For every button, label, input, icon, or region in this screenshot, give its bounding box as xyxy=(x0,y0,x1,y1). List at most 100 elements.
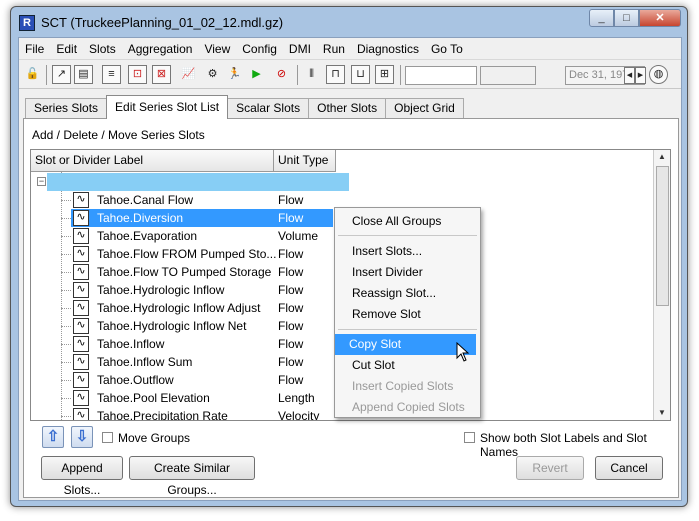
move-up-button[interactable]: ⇧ xyxy=(42,426,64,448)
slot-row[interactable]: ∿ Tahoe.Flow TO Pumped Storage Flow xyxy=(71,263,333,281)
vertical-scrollbar[interactable]: ▲ ▼ xyxy=(653,150,670,420)
lock-icon[interactable]: 🔓 xyxy=(23,65,42,84)
series-slot-icon: ∿ xyxy=(73,390,89,406)
tab-series-slots[interactable]: Series Slots xyxy=(25,98,108,118)
date-prev-icon[interactable]: ◀ xyxy=(624,67,635,84)
tab-object-grid[interactable]: Object Grid xyxy=(385,98,464,118)
series-slot-icon: ∿ xyxy=(73,192,89,208)
menu-edit[interactable]: Edit xyxy=(50,42,83,56)
app-logo-icon: R xyxy=(19,15,35,31)
move-down-button[interactable]: ⇩ xyxy=(71,426,93,448)
menu-go-to[interactable]: Go To xyxy=(425,42,469,56)
close-button[interactable]: ✕ xyxy=(639,9,681,27)
slot-unit: Flow xyxy=(278,193,304,207)
tab-edit-series-slot-list[interactable]: Edit Series Slot List xyxy=(106,95,229,119)
table-view-icon[interactable]: ▤ xyxy=(74,65,93,84)
step-run-icon[interactable]: 🏃 xyxy=(225,65,244,84)
move-groups-checkbox[interactable] xyxy=(102,432,113,443)
scroll-thumb[interactable] xyxy=(656,166,669,306)
cancel-button[interactable]: Cancel xyxy=(595,456,663,480)
column-slot-label[interactable]: Slot or Divider Label xyxy=(31,150,274,171)
tab-other-slots[interactable]: Other Slots xyxy=(308,98,387,118)
menu-item-insert-divider[interactable]: Insert Divider xyxy=(338,262,477,283)
scroll-down-icon[interactable]: ▼ xyxy=(656,407,668,419)
slot-row[interactable]: ∿ Tahoe.Evaporation Volume xyxy=(71,227,333,245)
slot-row[interactable]: ∿ Tahoe.Inflow Sum Flow xyxy=(71,353,333,371)
slot-row[interactable]: ∿ Tahoe.Pool Elevation Length xyxy=(71,389,333,407)
value-field[interactable] xyxy=(480,66,536,85)
menu-slots[interactable]: Slots xyxy=(83,42,122,56)
slot-label: Tahoe.Canal Flow xyxy=(97,193,194,207)
slot-row[interactable]: ∿ Tahoe.Hydrologic Inflow Net Flow xyxy=(71,317,333,335)
slot-label: Tahoe.Diversion xyxy=(97,211,184,225)
slot-label: Tahoe.Hydrologic Inflow Net xyxy=(97,319,247,333)
series-slot-icon: ∿ xyxy=(73,282,89,298)
close-slot-icon[interactable]: ⊠ xyxy=(152,65,171,84)
slot-row[interactable]: ∿ Tahoe.Hydrologic Inflow Flow xyxy=(71,281,333,299)
timestep-range-icon[interactable]: ⊔ xyxy=(351,65,370,84)
slot-unit: Volume xyxy=(278,229,319,243)
create-similar-groups-button[interactable]: Create Similar Groups... xyxy=(129,456,255,497)
slot-label: Tahoe.Hydrologic Inflow Adjust xyxy=(97,301,261,315)
slot-row[interactable]: ∿ Tahoe.Hydrologic Inflow Adjust Flow xyxy=(71,299,333,317)
menu-item-remove-slot[interactable]: Remove Slot xyxy=(338,304,477,325)
slot-label: Tahoe.Hydrologic Inflow xyxy=(97,283,225,297)
group-divider[interactable] xyxy=(47,173,349,191)
slot-unit: Flow xyxy=(278,265,304,279)
columns-icon[interactable]: ⫴ xyxy=(302,65,321,84)
slot-row[interactable]: ∿ Tahoe.Outflow Flow xyxy=(71,371,333,389)
select-tool-icon[interactable]: ↗ xyxy=(52,65,71,84)
slot-label: Tahoe.Inflow xyxy=(97,337,165,351)
column-unit-type[interactable]: Unit Type xyxy=(274,150,336,171)
list-view-icon[interactable]: ≡ xyxy=(102,65,121,84)
toolbar-separator xyxy=(46,65,47,85)
menu-item-close-all-groups[interactable]: Close All Groups xyxy=(338,211,477,232)
menu-item-reassign-slot[interactable]: Reassign Slot... xyxy=(338,283,477,304)
series-slot-icon: ∿ xyxy=(73,210,89,226)
menu-item-insert-slots[interactable]: Insert Slots... xyxy=(338,241,477,262)
timestep-expand-icon[interactable]: ⊞ xyxy=(375,65,394,84)
tab-scalar-slots[interactable]: Scalar Slots xyxy=(227,98,310,118)
menu-item-copy-slot[interactable]: Copy Slot xyxy=(335,334,476,355)
minimize-button[interactable]: _ xyxy=(589,9,614,27)
debug-icon[interactable]: ⚙ xyxy=(203,65,222,84)
menu-view[interactable]: View xyxy=(198,42,236,56)
scroll-up-icon[interactable]: ▲ xyxy=(656,151,668,163)
menu-item-append-copied-slots[interactable]: Append Copied Slots xyxy=(338,397,477,418)
maximize-button[interactable]: □ xyxy=(614,9,639,27)
menu-config[interactable]: Config xyxy=(236,42,283,56)
tree-connector xyxy=(61,290,71,291)
slot-row[interactable]: ∿ Tahoe.Canal Flow Flow xyxy=(71,191,333,209)
globe-icon[interactable]: ◍ xyxy=(649,65,668,84)
group-row[interactable]: − xyxy=(31,173,651,191)
series-slot-icon: ∿ xyxy=(73,246,89,262)
menu-run[interactable]: Run xyxy=(317,42,351,56)
menu-item-insert-copied-slots[interactable]: Insert Copied Slots xyxy=(338,376,477,397)
title-bar[interactable]: R SCT (TruckeePlanning_01_02_12.mdl.gz) … xyxy=(11,7,687,37)
show-both-checkbox[interactable] xyxy=(464,432,475,443)
append-slots-button[interactable]: Append Slots... xyxy=(41,456,123,497)
menu-file[interactable]: File xyxy=(19,42,50,56)
revert-button[interactable]: Revert xyxy=(516,456,584,480)
open-slot-icon[interactable]: ⊡ xyxy=(128,65,147,84)
slot-unit: Velocity xyxy=(278,409,320,421)
menu-aggregation[interactable]: Aggregation xyxy=(122,42,199,56)
series-slot-icon: ∿ xyxy=(73,318,89,334)
menu-dmi[interactable]: DMI xyxy=(283,42,317,56)
slot-row[interactable]: ∿ Tahoe.Inflow Flow xyxy=(71,335,333,353)
menu-bar: File Edit Slots Aggregation View Config … xyxy=(19,38,681,60)
slot-row[interactable]: ∿ Tahoe.Diversion Flow xyxy=(71,209,333,227)
search-input[interactable] xyxy=(405,66,477,85)
timestep-first-icon[interactable]: ⊓ xyxy=(326,65,345,84)
slot-row[interactable]: ∿ Tahoe.Precipitation Rate Velocity xyxy=(71,407,333,421)
tree-connector xyxy=(61,236,71,237)
menu-diagnostics[interactable]: Diagnostics xyxy=(351,42,425,56)
plot-icon[interactable]: 📈 xyxy=(179,65,198,84)
stop-run-icon[interactable]: ⊘ xyxy=(272,65,291,84)
date-next-icon[interactable]: ▶ xyxy=(635,67,646,84)
series-slot-icon: ∿ xyxy=(73,372,89,388)
slot-row[interactable]: ∿ Tahoe.Flow FROM Pumped Sto... Flow xyxy=(71,245,333,263)
tree-connector xyxy=(61,272,71,273)
start-run-icon[interactable]: ▶ xyxy=(247,65,266,84)
collapse-icon[interactable]: − xyxy=(37,177,46,186)
